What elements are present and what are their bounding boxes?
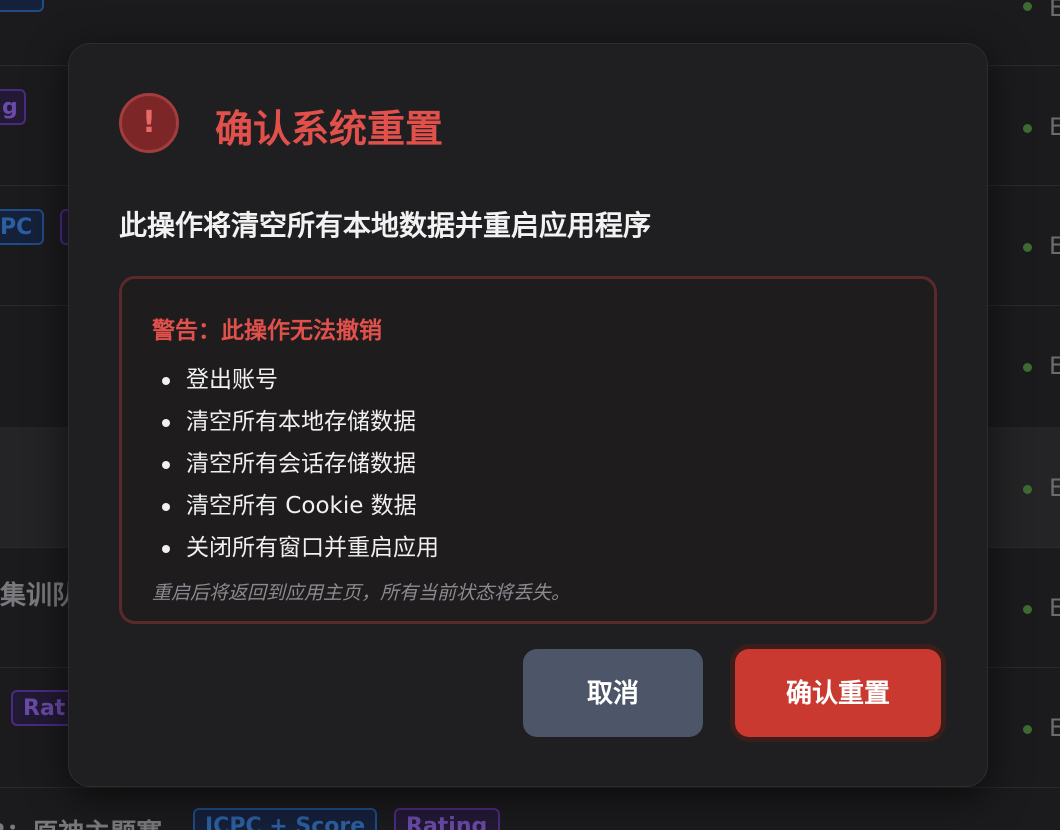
- list-item: 清空所有本地存储数据: [156, 406, 439, 448]
- status-label: E: [1049, 714, 1060, 742]
- reset-confirm-dialog: ! 确认系统重置 此操作将清空所有本地数据并重启应用程序 警告：此操作无法撤销 …: [68, 43, 988, 787]
- tag-badge: Rating: [394, 808, 500, 830]
- status-dot-icon: [1023, 124, 1032, 133]
- warning-note: 重启后将返回到应用主页，所有当前状态将丢失。: [152, 582, 571, 604]
- status-label: E: [1049, 113, 1060, 141]
- cancel-button[interactable]: 取消: [523, 649, 703, 737]
- list-item: 登出账号: [156, 364, 439, 406]
- status-dot-icon: [1023, 2, 1032, 11]
- tag-badge: PC: [0, 209, 44, 245]
- warning-box: 警告：此操作无法撤销 登出账号 清空所有本地存储数据 清空所有会话存储数据 清空…: [119, 276, 937, 624]
- status-dot-icon: [1023, 363, 1032, 372]
- status-label: E: [1049, 594, 1060, 622]
- list-row: 3：原神主题赛 ICPC + Score Rating: [0, 787, 1060, 830]
- status-dot-icon: [1023, 605, 1032, 614]
- status-dot-icon: [1023, 485, 1032, 494]
- dialog-subtitle: 此操作将清空所有本地数据并重启应用程序: [119, 209, 652, 242]
- status-dot-icon: [1023, 725, 1032, 734]
- contest-title: 3：原神主题赛: [0, 813, 162, 830]
- status-label: E: [1049, 0, 1060, 22]
- effects-list: 登出账号 清空所有本地存储数据 清空所有会话存储数据 清空所有 Cookie 数…: [156, 364, 439, 574]
- contest-title: 集训队: [0, 581, 79, 611]
- confirm-reset-button[interactable]: 确认重置: [735, 649, 941, 737]
- status-label: E: [1049, 232, 1060, 260]
- status-label: E: [1049, 474, 1060, 502]
- dialog-title: 确认系统重置: [215, 107, 444, 151]
- tag-badge: [0, 0, 44, 12]
- list-item: 关闭所有窗口并重启应用: [156, 532, 439, 574]
- status-dot-icon: [1023, 243, 1032, 252]
- tag-badge: g: [0, 89, 26, 125]
- exclamation-circle-icon: !: [119, 93, 179, 153]
- list-item: 清空所有 Cookie 数据: [156, 490, 439, 532]
- warning-heading: 警告：此操作无法撤销: [152, 318, 382, 344]
- status-label: E: [1049, 352, 1060, 380]
- page: E g E PC E E E 集训队 E Rat E ICPC + Score …: [0, 0, 1060, 830]
- tag-badge: ICPC + Score: [193, 808, 377, 830]
- list-item: 清空所有会话存储数据: [156, 448, 439, 490]
